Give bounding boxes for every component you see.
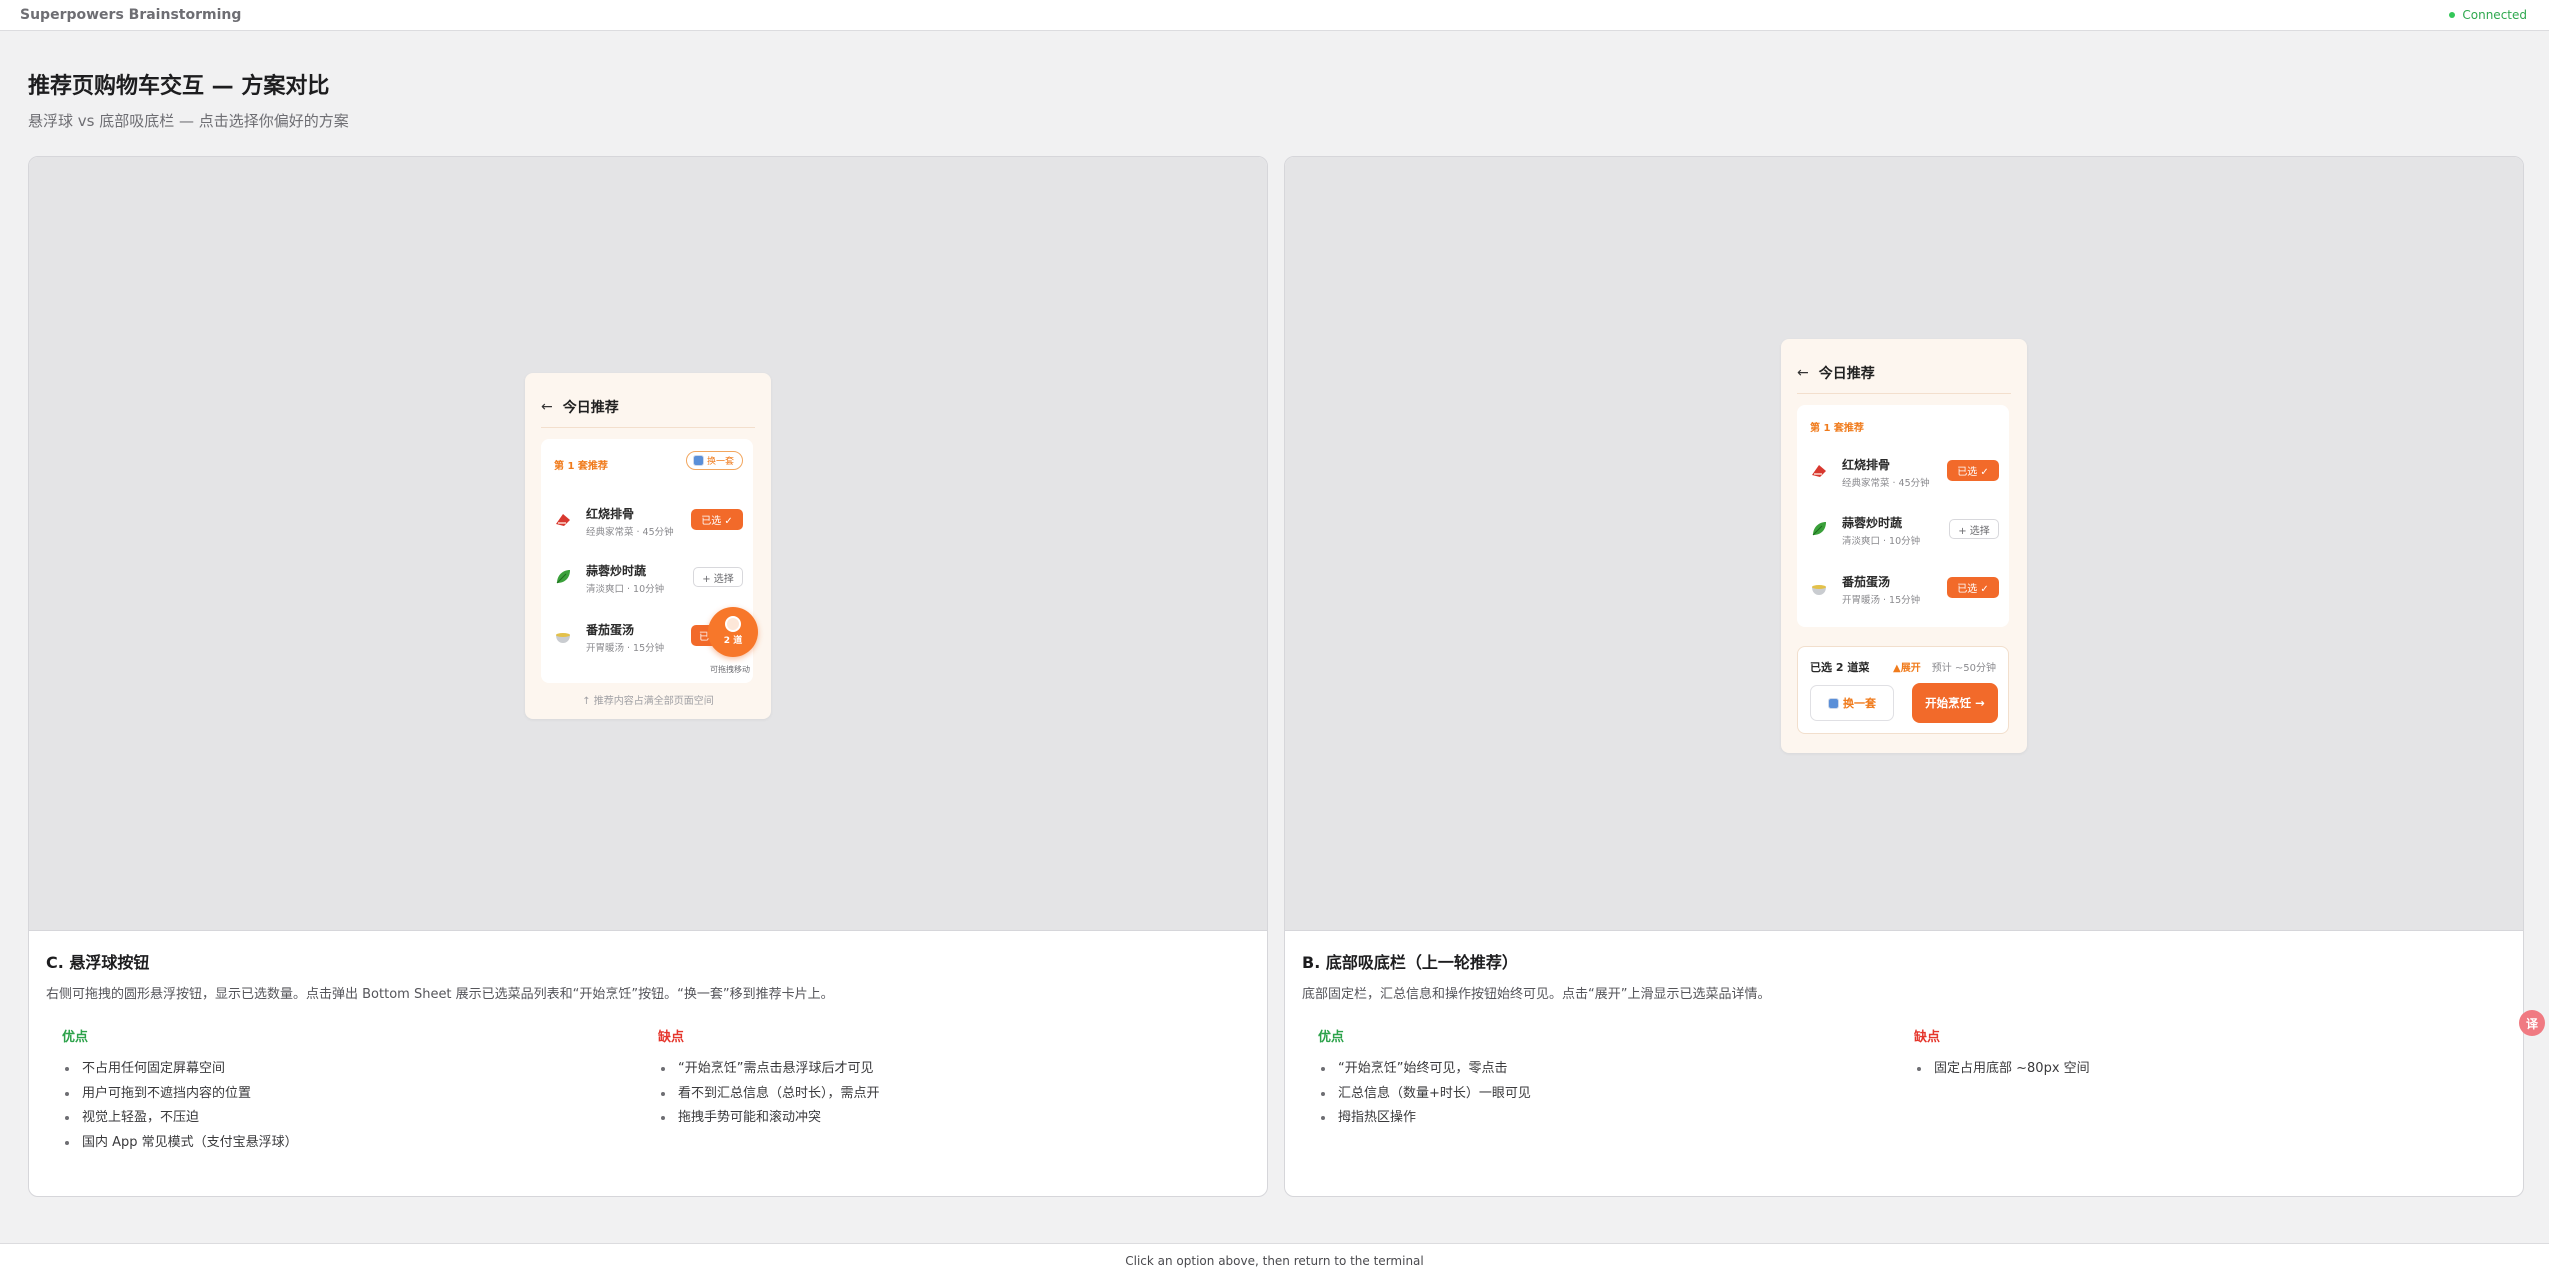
option-card-b[interactable]: ← 今日推荐 第 1 套推荐 红烧排骨 经典家常菜 · 45分钟 已选 ✓ 蒜蓉…	[1284, 156, 2524, 1197]
option-title: C. 悬浮球按钮	[46, 953, 150, 972]
cons-column: 缺点 “开始烹饪”需点击悬浮球后才可见 看不到汇总信息（总时长），需点开 拖拽手…	[656, 1026, 1250, 1155]
selected-button[interactable]: 已选 ✓	[1947, 460, 1999, 481]
set-label: 第 1 套推荐	[1810, 423, 1864, 434]
dish-name: 番茄蛋汤	[1842, 575, 1891, 589]
time-estimate: 预计 ~50分钟	[1931, 663, 1996, 674]
dish-meta: 经典家常菜 · 45分钟	[586, 527, 674, 538]
dish-meta: 开胃暖汤 · 15分钟	[1842, 595, 1921, 606]
selected-count: 已选 2 道菜	[1810, 661, 1870, 674]
pros-heading: 优点	[1318, 1030, 1345, 1045]
selected-button[interactable]: 已选 ✓	[691, 509, 743, 530]
page-title: 推荐页购物车交互 — 方案对比	[28, 74, 330, 99]
swap-label: 换一套	[706, 457, 734, 467]
choose-button[interactable]: + 选择	[1949, 519, 1999, 539]
dish-meta: 经典家常菜 · 45分钟	[1842, 478, 1930, 489]
swap-button[interactable]: 换一套	[1810, 685, 1894, 721]
mock-title: 今日推荐	[1818, 366, 1875, 382]
option-preview: ← 今日推荐 第 1 套推荐 换一套 红烧排骨 经典家常菜 · 45分钟 已选 …	[29, 157, 1267, 931]
pro-item: 视觉上轻盈，不压迫	[62, 1106, 656, 1131]
con-item: 拖拽手势可能和滚动冲突	[658, 1106, 1250, 1131]
pro-item: 拇指热区操作	[1318, 1106, 1912, 1131]
pro-item: 不占用任何固定屏幕空间	[62, 1057, 656, 1082]
cons-heading: 缺点	[1914, 1030, 1941, 1045]
cons-column: 缺点 固定占用底部 ~80px 空间	[1912, 1026, 2506, 1131]
dish-row: 番茄蛋汤 开胃暖汤 · 15分钟 已选 ✓	[1810, 568, 1999, 608]
greens-icon	[556, 570, 570, 584]
ribs-icon	[1812, 465, 1826, 477]
connection-status: Connected	[2449, 8, 2529, 22]
mock-header: ← 今日推荐	[541, 397, 619, 417]
dish-row: 红烧排骨 经典家常菜 · 45分钟 已选 ✓	[554, 500, 743, 540]
drag-hint: 可拖拽移动	[710, 665, 750, 674]
top-bar: Superpowers Brainstorming Connected	[0, 0, 2549, 31]
ribs-icon	[556, 514, 570, 526]
con-item: 固定占用底部 ~80px 空间	[1914, 1057, 2506, 1082]
pros-column: 优点 “开始烹饪”始终可见，零点击 汇总信息（数量+时长）一眼可见 拇指热区操作	[1318, 1026, 1912, 1131]
dish-name: 蒜蓉炒时蔬	[1842, 516, 1903, 530]
pros-heading: 优点	[62, 1030, 89, 1045]
option-info: B. 底部吸底栏（上一轮推荐） 底部固定栏，汇总信息和操作按钮始终可见。点击“展…	[1285, 931, 2523, 1196]
pro-item: 国内 App 常见模式（支付宝悬浮球）	[62, 1131, 656, 1156]
pros-column: 优点 不占用任何固定屏幕空间 用户可拖到不遮挡内容的位置 视觉上轻盈，不压迫 国…	[62, 1026, 656, 1155]
refresh-icon	[692, 455, 704, 466]
dish-row: 红烧排骨 经典家常菜 · 45分钟 已选 ✓	[1810, 451, 1999, 491]
option-description: 右侧可拖拽的圆形悬浮按钮，显示已选数量。点击弹出 Bottom Sheet 展示…	[46, 987, 834, 1002]
page-subtitle: 悬浮球 vs 底部吸底栏 — 点击选择你偏好的方案	[28, 112, 349, 130]
start-cooking-button[interactable]: 开始烹饪 →	[1912, 683, 1998, 723]
option-card-c[interactable]: ← 今日推荐 第 1 套推荐 换一套 红烧排骨 经典家常菜 · 45分钟 已选 …	[28, 156, 1268, 1197]
selected-button[interactable]: 已选 ✓	[1947, 577, 1999, 598]
connection-status-label: Connected	[2462, 8, 2527, 22]
option-info: C. 悬浮球按钮 右侧可拖拽的圆形悬浮按钮，显示已选数量。点击弹出 Bottom…	[29, 931, 1267, 1196]
dish-meta: 清淡爽口 · 10分钟	[586, 584, 665, 595]
fab-count: 2 道	[723, 636, 743, 646]
recommend-list: 第 1 套推荐 红烧排骨 经典家常菜 · 45分钟 已选 ✓ 蒜蓉炒时蔬 清淡爽…	[1797, 405, 2009, 627]
sticky-bottom-bar: 已选 2 道菜 ▲展开 预计 ~50分钟 换一套 开始烹饪 →	[1797, 646, 2009, 734]
set-label: 第 1 套推荐	[554, 461, 608, 472]
mock-header: ← 今日推荐	[1797, 363, 1875, 383]
refresh-icon	[1828, 697, 1839, 709]
back-arrow-icon: ←	[1797, 365, 1809, 381]
soup-icon	[1812, 585, 1826, 595]
dish-name: 红烧排骨	[586, 507, 635, 521]
con-item: “开始烹饪”需点击悬浮球后才可见	[658, 1057, 1250, 1082]
dish-row: 蒜蓉炒时蔬 清淡爽口 · 10分钟 + 选择	[1810, 509, 1999, 549]
cooking-pot-icon	[725, 616, 741, 632]
expand-button[interactable]: ▲展开	[1893, 659, 1921, 674]
dish-meta: 开胃暖汤 · 15分钟	[586, 643, 665, 654]
floating-cart-button[interactable]: 2 道	[708, 607, 758, 657]
swap-button[interactable]: 换一套	[685, 451, 743, 470]
dish-name: 番茄蛋汤	[586, 623, 635, 637]
pros-cons: 优点 “开始烹饪”始终可见，零点击 汇总信息（数量+时长）一眼可见 拇指热区操作…	[1318, 1026, 2506, 1131]
divider	[1797, 393, 2011, 394]
divider	[541, 427, 755, 428]
footer-hint: ↑ 推荐内容占满全部页面空间	[582, 696, 714, 707]
option-description: 底部固定栏，汇总信息和操作按钮始终可见。点击“展开”上滑显示已选菜品详情。	[1302, 987, 1771, 1002]
bottom-hint: Click an option above, then return to th…	[1125, 1254, 1424, 1268]
pro-item: “开始烹饪”始终可见，零点击	[1318, 1057, 1912, 1082]
option-preview: ← 今日推荐 第 1 套推荐 红烧排骨 经典家常菜 · 45分钟 已选 ✓ 蒜蓉…	[1285, 157, 2523, 931]
dish-name: 红烧排骨	[1842, 458, 1891, 472]
mock-title: 今日推荐	[562, 400, 619, 416]
app-title: Superpowers Brainstorming	[20, 7, 242, 23]
bottom-status-bar: Click an option above, then return to th…	[0, 1243, 2549, 1278]
cons-heading: 缺点	[658, 1030, 685, 1045]
phone-mockup: ← 今日推荐 第 1 套推荐 换一套 红烧排骨 经典家常菜 · 45分钟 已选 …	[525, 373, 771, 719]
dish-name: 蒜蓉炒时蔬	[586, 564, 647, 578]
soup-icon	[556, 633, 570, 643]
greens-icon	[1812, 522, 1826, 536]
translate-icon[interactable]: 译	[2519, 1010, 2545, 1036]
option-title: B. 底部吸底栏（上一轮推荐）	[1302, 953, 1518, 972]
pros-cons: 优点 不占用任何固定屏幕空间 用户可拖到不遮挡内容的位置 视觉上轻盈，不压迫 国…	[62, 1026, 1250, 1155]
status-dot-icon	[2449, 12, 2456, 18]
back-arrow-icon: ←	[541, 399, 553, 415]
pro-item: 用户可拖到不遮挡内容的位置	[62, 1082, 656, 1107]
pro-item: 汇总信息（数量+时长）一眼可见	[1318, 1082, 1912, 1107]
dish-meta: 清淡爽口 · 10分钟	[1842, 536, 1921, 547]
choose-button[interactable]: + 选择	[693, 567, 743, 587]
swap-label: 换一套	[1843, 697, 1876, 710]
phone-mockup: ← 今日推荐 第 1 套推荐 红烧排骨 经典家常菜 · 45分钟 已选 ✓ 蒜蓉…	[1781, 339, 2027, 753]
con-item: 看不到汇总信息（总时长），需点开	[658, 1082, 1250, 1107]
dish-row: 蒜蓉炒时蔬 清淡爽口 · 10分钟 + 选择	[554, 557, 743, 597]
